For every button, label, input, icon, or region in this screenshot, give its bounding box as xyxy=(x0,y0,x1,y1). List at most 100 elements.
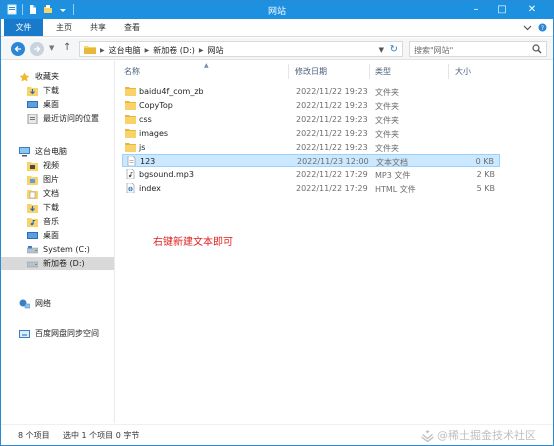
file-row-selected[interactable]: 123 2022/11/23 12:00 文本文档 0 KB xyxy=(122,154,500,167)
close-button[interactable]: ✕ xyxy=(515,1,549,17)
back-button[interactable] xyxy=(11,42,25,56)
nav-network-label: 网络 xyxy=(35,299,51,308)
file-type: HTML 文件 xyxy=(375,185,416,194)
nav-item-system-c[interactable]: System (C:) xyxy=(1,243,114,256)
tab-home[interactable]: 主页 xyxy=(47,19,81,36)
file-type: 文件夹 xyxy=(375,144,399,153)
search-icon xyxy=(532,44,542,54)
nav-item-label: 图片 xyxy=(43,175,59,184)
file-date: 2022/11/22 19:23 xyxy=(296,115,368,124)
nav-item-label: 音乐 xyxy=(43,217,59,226)
chevron-right-icon[interactable]: ▶ xyxy=(145,47,150,54)
up-arrow-icon[interactable]: ↑ xyxy=(63,42,71,53)
column-divider[interactable] xyxy=(448,64,449,79)
navigation-pane: 收藏夹 下载 桌面 最近访问的位置 这台电脑 视频 图片 文档 下载 音乐 桌面… xyxy=(1,61,115,423)
refresh-icon[interactable]: ↻ xyxy=(390,44,398,55)
file-row[interactable]: js 2022/11/22 19:23 文件夹 xyxy=(122,141,500,154)
file-row[interactable]: index 2022/11/22 17:29 HTML 文件 5 KB xyxy=(122,182,500,195)
pictures-folder-icon xyxy=(27,175,38,185)
nav-favorites[interactable]: 收藏夹 xyxy=(1,70,114,83)
file-date: 2022/11/22 19:23 xyxy=(296,129,368,138)
address-history-icon[interactable]: ▼ xyxy=(379,46,384,54)
html-file-icon xyxy=(126,183,135,193)
file-date: 2022/11/23 12:00 xyxy=(297,157,369,166)
column-header-type[interactable]: 类型 xyxy=(375,66,391,77)
nav-item-label: 最近访问的位置 xyxy=(43,114,99,123)
maximize-icon: □ xyxy=(497,3,507,15)
nav-baidu-label: 百度网盘同步空间 xyxy=(35,329,99,338)
minimize-icon: – xyxy=(473,3,479,15)
file-row[interactable]: baidu4f_com_zb 2022/11/22 19:23 文件夹 xyxy=(122,85,500,98)
file-row[interactable]: bgsound.mp3 2022/11/22 17:29 MP3 文件 2 KB xyxy=(122,168,500,181)
file-row[interactable]: images 2022/11/22 19:23 文件夹 xyxy=(122,127,500,140)
column-header-size[interactable]: 大小 xyxy=(455,66,471,77)
file-date: 2022/11/22 19:23 xyxy=(296,101,368,110)
file-date: 2022/11/22 19:23 xyxy=(296,143,368,152)
close-icon: ✕ xyxy=(527,3,537,15)
breadcrumb-website[interactable]: 网站 xyxy=(208,45,224,56)
videos-folder-icon xyxy=(27,161,38,171)
item-count: 8 个项目 xyxy=(18,431,50,440)
nav-item-label: 桌面 xyxy=(43,231,59,240)
nav-baidu-sync[interactable]: 百度网盘同步空间 xyxy=(1,327,114,340)
breadcrumb-drive-d[interactable]: 新加卷 (D:) xyxy=(153,45,195,56)
watermark: @稀土掘金技术社区 xyxy=(421,427,536,443)
help-icon[interactable]: ? xyxy=(538,23,547,32)
file-type: 文件夹 xyxy=(375,102,399,111)
nav-item-pictures[interactable]: 图片 xyxy=(1,173,114,186)
nav-item-label: 视频 xyxy=(43,161,59,170)
search-placeholder: 搜索"网站" xyxy=(414,46,454,55)
nav-item-desktop[interactable]: 桌面 xyxy=(1,98,114,111)
column-header-name[interactable]: 名称 xyxy=(124,66,140,77)
file-date: 2022/11/22 17:29 xyxy=(296,170,368,179)
folder-icon xyxy=(125,129,136,138)
nav-item-recent[interactable]: 最近访问的位置 xyxy=(1,112,114,125)
nav-this-pc[interactable]: 这台电脑 xyxy=(1,145,114,158)
back-arrow-icon xyxy=(14,46,21,52)
annotation-text: 右键新建文本即可 xyxy=(153,237,233,248)
navigation-bar: ▼ ↑ ▶ 这台电脑 ▶ 新加卷 (D:) ▶ 网站 ▼ ↻ 搜索"网站" xyxy=(1,38,553,60)
tab-share[interactable]: 共享 xyxy=(81,19,115,36)
recent-locations-icon[interactable]: ▼ xyxy=(49,44,54,52)
nav-item-documents[interactable]: 文档 xyxy=(1,187,114,200)
file-date: 2022/11/22 17:29 xyxy=(296,184,368,193)
file-list: ▲ 名称 修改日期 类型 大小 baidu4f_com_zb 2022/11/2… xyxy=(116,61,553,423)
star-icon xyxy=(19,72,30,81)
file-size: 5 KB xyxy=(476,184,495,193)
text-file-icon xyxy=(127,156,136,166)
column-header-date[interactable]: 修改日期 xyxy=(295,66,327,77)
nav-item-music[interactable]: 音乐 xyxy=(1,215,114,228)
nav-item-videos[interactable]: 视频 xyxy=(1,159,114,172)
nav-item-downloads-pc[interactable]: 下载 xyxy=(1,201,114,214)
address-bar[interactable]: ▶ 这台电脑 ▶ 新加卷 (D:) ▶ 网站 ▼ ↻ xyxy=(79,41,403,57)
file-row[interactable]: css 2022/11/22 19:23 文件夹 xyxy=(122,113,500,126)
chevron-right-icon[interactable]: ▶ xyxy=(199,47,204,54)
nav-item-drive-d[interactable]: 新加卷 (D:) xyxy=(1,257,114,270)
juejin-logo-icon xyxy=(421,429,434,442)
nav-item-downloads[interactable]: 下载 xyxy=(1,84,114,97)
network-icon xyxy=(19,299,30,308)
nav-network[interactable]: 网络 xyxy=(1,297,114,310)
title-bar[interactable]: 网站 – □ ✕ xyxy=(1,1,553,19)
nav-item-desktop-pc[interactable]: 桌面 xyxy=(1,229,114,242)
tab-view[interactable]: 查看 xyxy=(115,19,149,36)
expand-ribbon-icon[interactable] xyxy=(523,23,532,32)
minimize-button[interactable]: – xyxy=(463,1,489,17)
watermark-text: @稀土掘金技术社区 xyxy=(437,429,536,442)
tab-file[interactable]: 文件 xyxy=(4,19,43,36)
folder-icon xyxy=(125,115,136,124)
search-input[interactable]: 搜索"网站" xyxy=(409,41,547,57)
breadcrumb: ▶ 这台电脑 ▶ 新加卷 (D:) ▶ 网站 xyxy=(100,45,224,56)
documents-folder-icon xyxy=(27,189,38,199)
column-divider[interactable] xyxy=(288,64,289,79)
column-divider[interactable] xyxy=(369,64,370,79)
file-name: js xyxy=(139,143,146,152)
folder-icon xyxy=(125,87,136,96)
forward-button[interactable] xyxy=(30,42,44,56)
maximize-button[interactable]: □ xyxy=(489,1,515,17)
file-row[interactable]: CopyTop 2022/11/22 19:23 文件夹 xyxy=(122,99,500,112)
file-size: 0 KB xyxy=(475,157,494,166)
chevron-right-icon[interactable]: ▶ xyxy=(100,47,105,54)
desktop-icon xyxy=(27,100,38,108)
breadcrumb-this-pc[interactable]: 这台电脑 xyxy=(109,45,141,56)
